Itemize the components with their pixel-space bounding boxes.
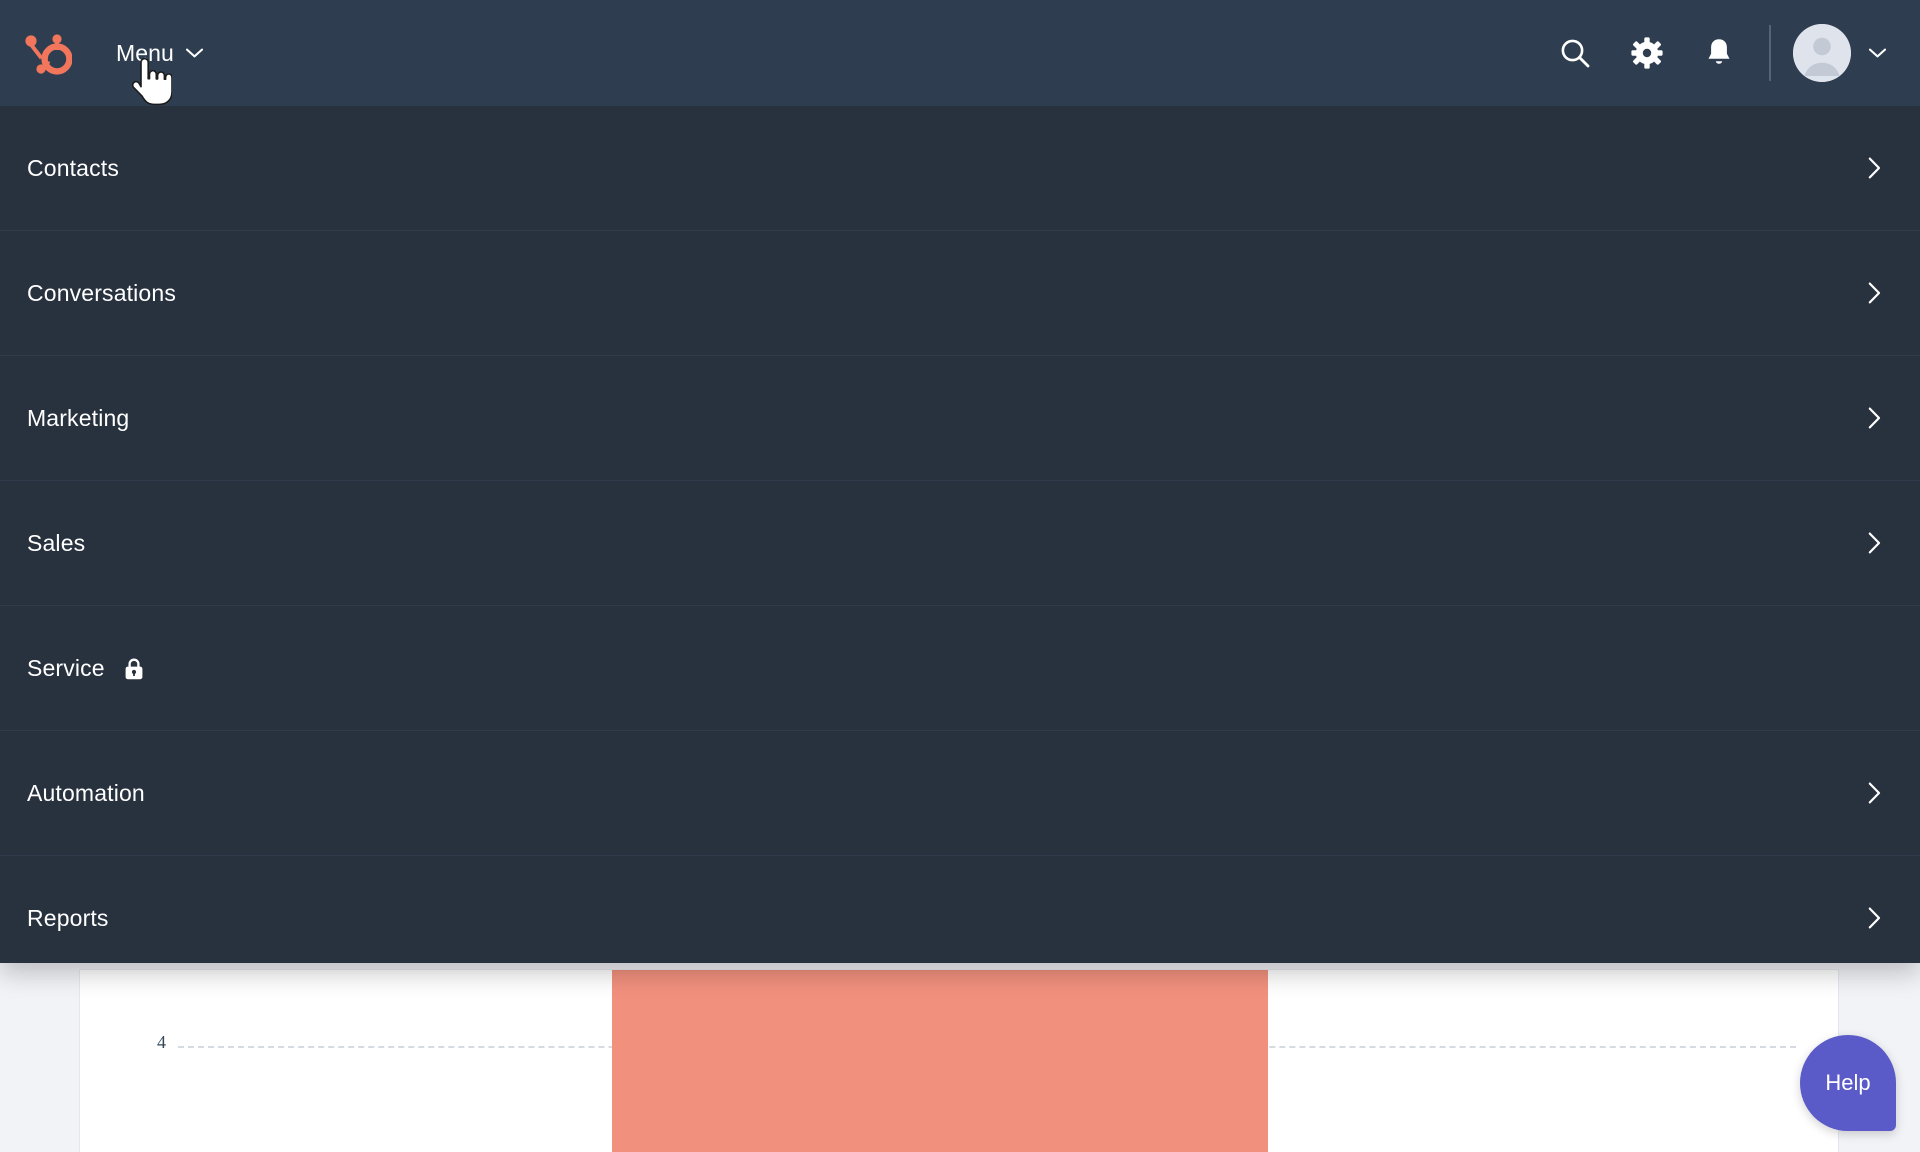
topbar-divider bbox=[1769, 25, 1771, 81]
menu-item-reports[interactable]: Reports bbox=[0, 856, 1920, 980]
avatar bbox=[1793, 24, 1851, 82]
chevron-right-icon bbox=[1868, 782, 1881, 804]
menu-item-label: Contacts bbox=[27, 154, 119, 181]
menu-item-label: Automation bbox=[27, 779, 145, 806]
top-navigation-bar: Menu bbox=[0, 0, 1920, 106]
help-button[interactable]: Help bbox=[1800, 1035, 1896, 1131]
chart-card: 4 bbox=[80, 970, 1838, 1152]
chart-y-axis-tick-4: 4 bbox=[157, 1032, 166, 1052]
menu-item-label: Service bbox=[27, 654, 105, 681]
topbar-actions bbox=[1539, 17, 1892, 89]
hubspot-logo[interactable] bbox=[22, 28, 72, 78]
menu-item-contacts[interactable]: Contacts bbox=[0, 106, 1920, 231]
search-button[interactable] bbox=[1539, 17, 1611, 89]
gear-icon bbox=[1631, 37, 1663, 69]
menu-item-label: Reports bbox=[27, 904, 109, 931]
bell-icon bbox=[1708, 39, 1730, 64]
app-root: 4 Help Menu Contacts Conversations Marke… bbox=[0, 0, 1920, 1152]
main-menu-dropdown: Contacts Conversations Marketing Sales S… bbox=[0, 106, 1920, 963]
menu-item-sales[interactable]: Sales bbox=[0, 481, 1920, 606]
menu-item-label: Conversations bbox=[27, 279, 176, 306]
chevron-down-icon bbox=[185, 48, 203, 58]
lock-icon bbox=[125, 658, 143, 679]
menu-trigger-label: Menu bbox=[116, 39, 174, 66]
chevron-right-icon bbox=[1868, 907, 1881, 929]
chart-bar-series-1 bbox=[612, 970, 1268, 1152]
chevron-right-icon bbox=[1868, 407, 1881, 429]
menu-item-automation[interactable]: Automation bbox=[0, 731, 1920, 856]
menu-item-label: Sales bbox=[27, 529, 86, 556]
menu-item-service[interactable]: Service bbox=[0, 606, 1920, 731]
menu-item-marketing[interactable]: Marketing bbox=[0, 356, 1920, 481]
chevron-right-icon bbox=[1868, 532, 1881, 554]
menu-item-label: Marketing bbox=[27, 404, 130, 431]
notifications-button[interactable] bbox=[1683, 17, 1755, 89]
account-chevron-down-icon bbox=[1869, 48, 1886, 58]
chevron-right-icon bbox=[1868, 282, 1881, 304]
menu-item-conversations[interactable]: Conversations bbox=[0, 231, 1920, 356]
search-icon bbox=[1561, 39, 1590, 68]
account-menu-trigger[interactable] bbox=[1793, 24, 1886, 82]
settings-button[interactable] bbox=[1611, 17, 1683, 89]
chevron-right-icon bbox=[1868, 157, 1881, 179]
menu-dropdown-trigger[interactable]: Menu bbox=[116, 40, 203, 67]
